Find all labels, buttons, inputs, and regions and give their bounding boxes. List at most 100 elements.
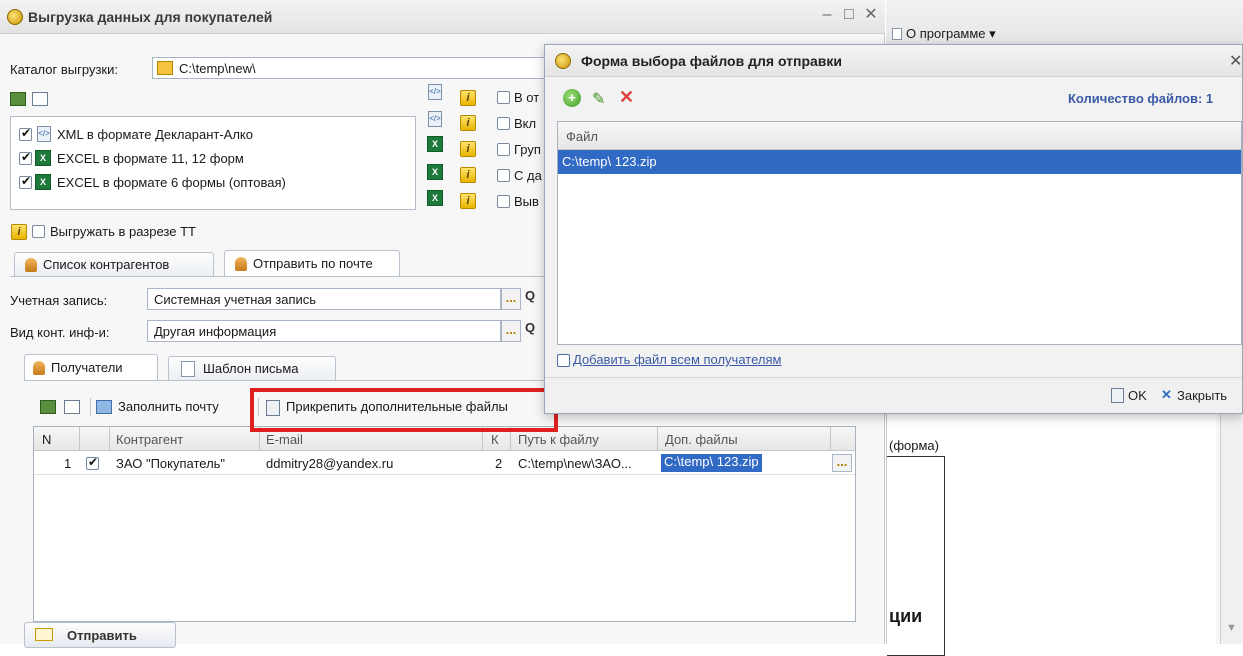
add-to-all-label[interactable]: Добавить файл всем получателям [573, 352, 781, 367]
dialog-titlebar: Форма выбора файлов для отправки ✕ [545, 45, 1242, 77]
tab-label: Список контрагентов [43, 257, 170, 272]
tab-letter-template[interactable]: Шаблон письма [168, 356, 336, 380]
row-extra-files[interactable]: C:\temp\ 123.zip [661, 454, 762, 472]
people-icon [33, 361, 45, 375]
option-checkbox[interactable] [497, 91, 510, 104]
col-email-header[interactable]: E-mail [266, 432, 303, 447]
report-area: (форма) ции [886, 414, 1216, 656]
row-k: 2 [495, 456, 503, 471]
dialog-title: Форма выбора файлов для отправки [581, 53, 843, 69]
format-checkbox[interactable] [19, 150, 32, 165]
envelope-icon [96, 400, 112, 414]
scroll-down-icon[interactable]: ▼ [1226, 622, 1237, 634]
maximize-icon[interactable]: □ [840, 6, 858, 24]
document-icon [181, 361, 195, 377]
option-checkbox[interactable] [497, 117, 510, 130]
col-file-header[interactable]: Файл [566, 129, 598, 144]
form-text: (форма) [889, 438, 939, 453]
tab-contractors-list[interactable]: Список контрагентов [14, 252, 214, 276]
about-menu[interactable]: О программе ▾ [906, 26, 996, 42]
check-all-icon[interactable] [40, 400, 56, 414]
check-all-icon[interactable] [10, 92, 26, 106]
option-checkbox[interactable] [497, 195, 510, 208]
files-count: Количество файлов: 1 [1068, 91, 1214, 106]
add-to-all-checkbox[interactable] [557, 354, 570, 367]
delete-icon[interactable]: ✕ [619, 87, 634, 108]
document-icon [892, 28, 902, 40]
option-checkbox[interactable] [497, 169, 510, 182]
account-choose-button[interactable]: ... [501, 288, 521, 310]
col-contractor-header[interactable]: Контрагент [116, 432, 183, 447]
edit-pencil-icon[interactable]: ✎ [592, 89, 605, 109]
close-button-label: Закрыть [1177, 388, 1228, 403]
excel-icon: X [35, 174, 51, 190]
send-button-label: Отправить [67, 628, 137, 643]
info-icon[interactable]: i [460, 167, 476, 183]
col-extra-files-header[interactable]: Доп. файлы [665, 432, 738, 447]
option-label: В от [514, 90, 540, 105]
catalog-label: Каталог выгрузки: [10, 62, 118, 77]
add-icon[interactable]: + [563, 89, 581, 107]
format-checkbox[interactable] [19, 174, 32, 189]
app-logo-icon [555, 53, 571, 69]
main-titlebar: Выгрузка данных для покупателей – □ ✕ [0, 0, 885, 34]
option-checkbox[interactable] [497, 143, 510, 156]
uncheck-all-icon[interactable] [32, 92, 48, 106]
table-row[interactable]: 1 ЗАО "Покупатель" ddmitry28@yandex.ru 2… [34, 451, 855, 475]
file-row[interactable]: C:\temp\ 123.zip [558, 150, 1241, 174]
files-table-header: Файл [558, 122, 1241, 150]
uncheck-all-icon[interactable] [64, 400, 80, 414]
option-label: С да [514, 168, 542, 183]
contact-choose-button[interactable]: ... [501, 320, 521, 342]
row-number: 1 [64, 456, 72, 471]
row-checkbox[interactable] [86, 455, 99, 470]
send-button[interactable]: Отправить [24, 622, 176, 648]
folder-icon[interactable] [157, 61, 173, 75]
info-icon[interactable]: i [11, 224, 27, 240]
account-label: Учетная запись: [10, 293, 108, 308]
ok-button[interactable]: OK [1111, 387, 1155, 405]
account-search-icon[interactable]: Q [525, 288, 545, 310]
info-icon[interactable]: i [460, 90, 476, 106]
extra-files-choose-button[interactable]: ... [832, 454, 852, 472]
tab-send-by-mail[interactable]: Отправить по почте [224, 250, 400, 277]
col-path-header[interactable]: Путь к файлу [518, 432, 599, 447]
tab-recipients[interactable]: Получатели [24, 354, 158, 381]
col-n-header[interactable]: N [42, 432, 51, 447]
contact-search-icon[interactable]: Q [525, 320, 545, 342]
excel-icon: X [427, 164, 443, 180]
highlight-box [250, 388, 558, 432]
recipients-table: N Контрагент E-mail К Путь к файлу Доп. … [33, 426, 856, 622]
xml-icon: </> [37, 126, 51, 142]
vertical-scrollbar[interactable]: ▼ [1220, 414, 1242, 644]
main-window-title: Выгрузка данных для покупателей [28, 9, 273, 25]
xml-icon: </> [428, 84, 442, 100]
files-table: Файл C:\temp\ 123.zip [557, 121, 1242, 345]
people-icon [235, 257, 247, 271]
excel-icon: X [35, 150, 51, 166]
info-icon[interactable]: i [460, 141, 476, 157]
info-icon[interactable]: i [460, 115, 476, 131]
minimize-icon[interactable]: – [818, 6, 836, 24]
catalog-field[interactable]: C:\temp\new\ [152, 57, 547, 79]
contact-type-field[interactable]: Другая информация [147, 320, 501, 342]
tab-label: Шаблон письма [203, 361, 299, 376]
tab-label: Получатели [51, 360, 123, 375]
format-checkbox[interactable] [19, 126, 32, 141]
toolbar-separator [90, 398, 91, 416]
close-button[interactable]: ✕ Закрыть [1161, 387, 1243, 405]
account-field[interactable]: Системная учетная запись [147, 288, 501, 310]
row-path: C:\temp\new\ЗАО... [518, 456, 632, 471]
catalog-value: C:\temp\new\ [179, 61, 256, 76]
dialog-footer: OK ✕ Закрыть [545, 377, 1242, 413]
col-k-header[interactable]: К [491, 432, 499, 447]
option-label: Выв [514, 194, 539, 209]
close-icon[interactable]: ✕ [862, 6, 880, 24]
ok-icon [1111, 388, 1124, 403]
format-label: XML в формате Декларант-Алко [57, 127, 253, 142]
info-icon[interactable]: i [460, 193, 476, 209]
file-path: C:\temp\ 123.zip [562, 154, 657, 169]
tt-checkbox[interactable] [32, 225, 45, 238]
dialog-close-icon[interactable]: ✕ [1229, 51, 1242, 71]
row-email: ddmitry28@yandex.ru [266, 456, 394, 471]
